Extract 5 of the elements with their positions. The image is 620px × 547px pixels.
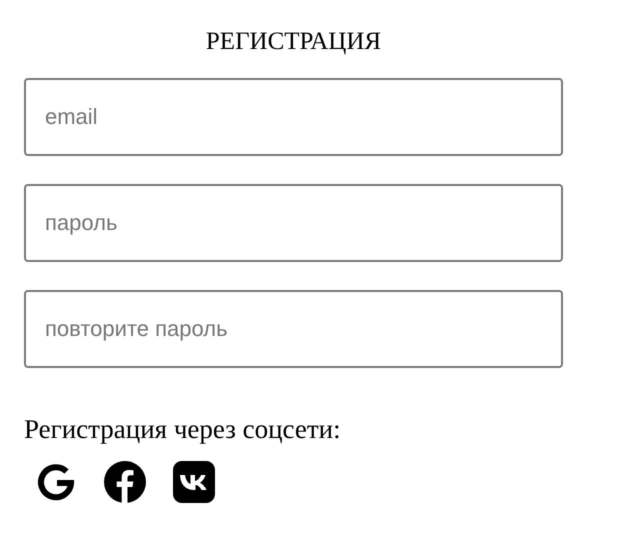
input-field[interactable]: пароль [24, 184, 563, 262]
input-field[interactable]: email [24, 78, 563, 156]
input-field[interactable]: повторите пароль [24, 290, 563, 368]
social-label: Регистрация через соцсети: [24, 413, 342, 446]
page-title: РЕГИСТРАЦИЯ [204, 27, 382, 57]
